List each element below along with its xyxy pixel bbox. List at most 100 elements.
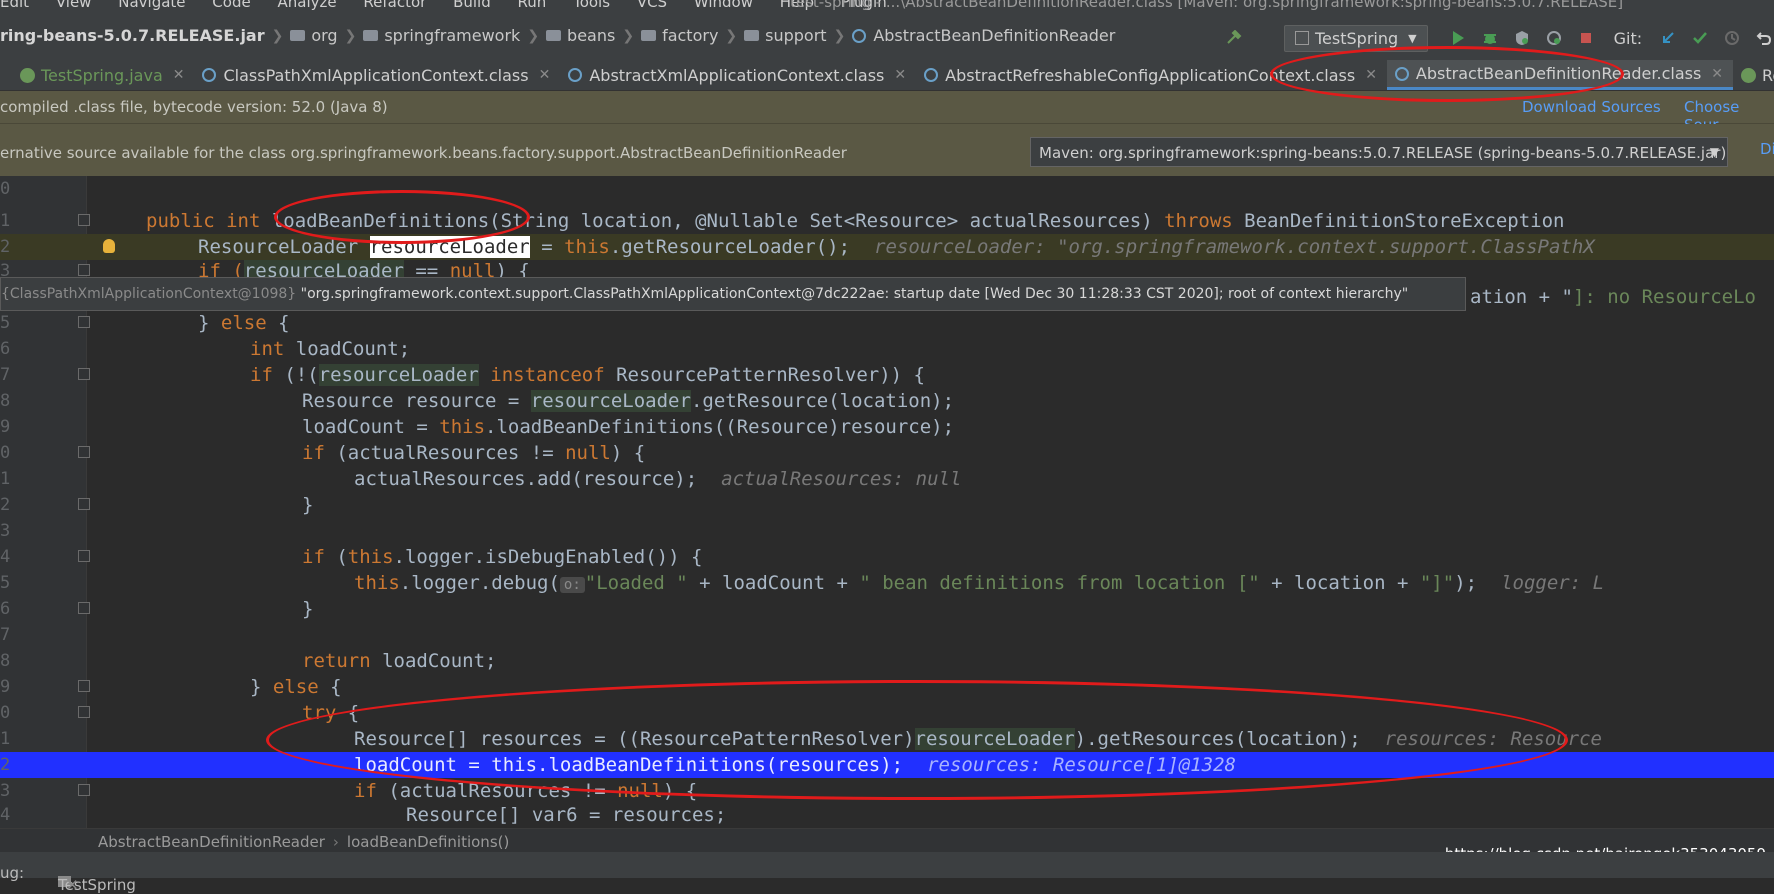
hammer-icon[interactable] — [1226, 30, 1242, 46]
breadcrumb-org[interactable]: org — [290, 26, 338, 45]
fold-marker-icon[interactable] — [78, 706, 90, 718]
chevron-right-icon: ❯ — [833, 27, 846, 44]
fold-marker-icon[interactable] — [78, 784, 90, 796]
code-line-current: 2 ResourceLoader resourceLoader = this.ge… — [0, 234, 1774, 260]
coverage-icon[interactable] — [1514, 30, 1530, 46]
code-token: ation + " — [1470, 286, 1573, 308]
breadcrumb-support[interactable]: support — [744, 26, 827, 45]
tab-classpathxml[interactable]: ClassPathXmlApplicationContext.class ✕ — [194, 60, 560, 90]
line-number: 4 — [0, 547, 11, 567]
code-token: } — [302, 598, 314, 620]
breadcrumb-method[interactable]: loadBeanDefinitions() — [347, 833, 509, 851]
breadcrumb-springframework[interactable]: springframework — [363, 26, 520, 45]
close-icon[interactable]: ✕ — [66, 876, 79, 894]
code-line: 3 if (actualResources != null) { — [0, 778, 1774, 804]
breadcrumb-jar[interactable]: ring-beans-5.0.7.RELEASE.jar — [0, 26, 265, 45]
fold-marker-icon[interactable] — [78, 316, 90, 328]
close-icon[interactable]: ✕ — [539, 67, 551, 83]
line-number: 0 — [0, 179, 11, 199]
code-token: this — [439, 416, 486, 438]
fold-marker-icon[interactable] — [78, 264, 90, 276]
tab-abstractbeandefinitionreader[interactable]: AbstractBeanDefinitionReader.class ✕ — [1386, 60, 1734, 90]
menu-tools[interactable]: Tools — [573, 0, 610, 11]
tab-label: ClassPathXmlApplicationContext.class — [223, 65, 529, 85]
run-icon[interactable] — [1450, 30, 1466, 46]
line-number: 0 — [0, 703, 11, 723]
code-token: this — [354, 572, 400, 594]
close-icon[interactable]: ✕ — [1365, 67, 1377, 83]
code-token: this — [347, 546, 394, 568]
menu-edit[interactable]: Edit — [0, 0, 29, 11]
source-select[interactable]: Maven: org.springframework:spring-beans:… — [1030, 137, 1728, 167]
breadcrumb-label: support — [765, 26, 827, 45]
code-line: 0 — [0, 176, 1774, 202]
menu-analyze[interactable]: Analyze — [277, 0, 336, 11]
line-number: 7 — [0, 365, 11, 385]
fold-marker-icon[interactable] — [78, 550, 90, 562]
line-number: 3 — [0, 781, 11, 801]
debug-label: ug: — [0, 864, 25, 882]
profile-icon[interactable] — [1546, 30, 1562, 46]
stop-icon[interactable] — [1578, 30, 1594, 46]
breadcrumb-class[interactable]: AbstractBeanDefinitionReader — [98, 833, 325, 851]
source-select-value: Maven: org.springframework:spring-beans:… — [1039, 144, 1727, 162]
debug-value-tooltip[interactable]: {ClassPathXmlApplicationContext@1098} "o… — [0, 277, 1466, 311]
download-sources-link[interactable]: Download Sources — [1522, 98, 1661, 116]
history-icon[interactable] — [1724, 30, 1740, 46]
code-editor[interactable]: 0 1 public int loadBeanDefinitions(String… — [0, 176, 1774, 828]
code-token: .logger.isDebugEnabled()) { — [393, 546, 703, 568]
tab-abstractrefreshable[interactable]: AbstractRefreshableConfigApplicationCont… — [916, 60, 1387, 90]
breadcrumb-beans[interactable]: beans — [546, 26, 615, 45]
breadcrumb-label: org — [311, 26, 338, 45]
code-token: ).getResources(location); — [1074, 728, 1361, 750]
breadcrumb-label: factory — [662, 26, 719, 45]
disable-link[interactable]: Di — [1760, 140, 1774, 158]
fold-marker-icon[interactable] — [78, 498, 90, 510]
git-label: Git: — [1613, 28, 1643, 48]
menu-build[interactable]: Build — [453, 0, 491, 11]
close-icon[interactable]: ✕ — [1711, 66, 1723, 82]
breadcrumb-factory[interactable]: factory — [641, 26, 718, 45]
tab-testspring-java[interactable]: TestSpring.java ✕ — [0, 60, 194, 90]
code-token: else — [220, 312, 267, 334]
fold-marker-icon[interactable] — [78, 368, 90, 380]
code-line: 7 — [0, 622, 1774, 648]
lightbulb-icon[interactable] — [103, 239, 115, 253]
inline-debug-hint: resources: Resource — [1384, 728, 1602, 750]
code-line: 4 if (this.logger.isDebugEnabled()) { — [0, 544, 1774, 570]
close-icon[interactable]: ✕ — [173, 67, 185, 83]
java-file-icon — [20, 67, 35, 83]
selected-token: resourceLoader — [369, 236, 530, 258]
run-configuration-select[interactable]: TestSpring ▼ — [1284, 24, 1428, 52]
debug-icon[interactable] — [1482, 30, 1498, 46]
breadcrumb: ring-beans-5.0.7.RELEASE.jar ❯ org ❯ spr… — [0, 26, 1115, 45]
fold-marker-icon[interactable] — [78, 214, 90, 226]
git-commit-icon[interactable] — [1692, 30, 1708, 46]
menu-navigate[interactable]: Navigate — [118, 0, 185, 11]
fold-marker-icon[interactable] — [78, 680, 90, 692]
menu-code[interactable]: Code — [212, 0, 250, 11]
menu-vcs[interactable]: VCS — [637, 0, 667, 11]
tab-abstractxml[interactable]: AbstractXmlApplicationContext.class ✕ — [560, 60, 916, 90]
editor-breadcrumb-bar: AbstractBeanDefinitionReader › loadBeanDef… — [0, 828, 1774, 863]
code-token: ResourcePatternResolver)) { — [604, 364, 925, 386]
line-number: 8 — [0, 391, 11, 411]
menu-window[interactable]: Window — [694, 0, 753, 11]
menu-run[interactable]: Run — [518, 0, 547, 11]
line-number: 1 — [0, 729, 11, 749]
line-number: 6 — [0, 599, 11, 619]
breadcrumb-label: beans — [567, 26, 616, 45]
breadcrumb-class[interactable]: AbstractBeanDefinitionReader — [852, 26, 1115, 45]
fold-marker-icon[interactable] — [78, 446, 90, 458]
interface-icon — [1741, 67, 1757, 83]
menu-refactor[interactable]: Refactor — [363, 0, 426, 11]
line-number: 9 — [0, 417, 11, 437]
tab-resourcepattern[interactable]: ResourcePatternR — [1733, 60, 1774, 90]
rollback-icon[interactable] — [1756, 30, 1772, 46]
git-update-icon[interactable] — [1660, 30, 1676, 46]
menu-view[interactable]: View — [56, 0, 92, 11]
code-token: { — [318, 676, 342, 698]
line-number: 6 — [0, 339, 11, 359]
fold-marker-icon[interactable] — [78, 602, 90, 614]
close-icon[interactable]: ✕ — [894, 67, 906, 83]
